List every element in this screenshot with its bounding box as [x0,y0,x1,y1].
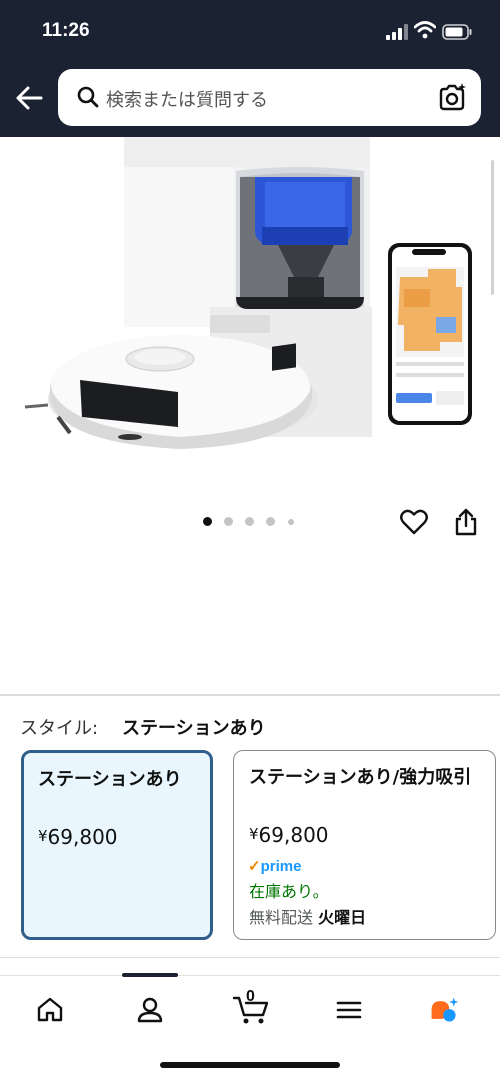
shipping-prefix: 無料配送 [249,908,314,927]
style-option-station-strong-suction[interactable]: ステーションあり/強力吸引 ¥69,800 ✓prime 在庫あり。 無料配送 … [233,750,496,940]
currency-symbol: ¥ [249,825,259,843]
currency-symbol: ¥ [38,827,48,845]
prime-badge: ✓prime [248,857,301,875]
option-price: ¥69,800 [249,823,329,847]
home-icon[interactable] [34,994,66,1026]
carousel-dot[interactable] [245,517,254,526]
option-title: ステーションあり/強力吸引 [249,767,472,788]
prime-check-icon: ✓ [248,858,261,875]
rufus-assistant-icon[interactable] [428,994,460,1026]
cart-button[interactable]: 0 [232,988,272,1026]
heart-icon[interactable] [400,509,428,535]
carousel-dot[interactable] [288,519,294,525]
status-time: 11:26 [42,20,90,41]
battery-icon [442,24,472,40]
robot-vacuum-illustration [24,137,472,449]
cart-count: 0 [246,988,255,1005]
carousel-dot[interactable] [224,517,233,526]
carousel-dot[interactable] [266,517,275,526]
prime-label: prime [260,858,302,875]
search-placeholder[interactable]: 検索または質問する [106,86,268,112]
back-arrow-icon[interactable] [14,84,44,112]
carousel-dot[interactable] [203,517,212,526]
image-scrollbar[interactable] [491,160,494,295]
share-icon[interactable] [453,508,479,536]
nav-active-indicator [122,973,178,977]
section-divider [0,694,500,696]
search-bar[interactable]: 検索または質問する [58,69,481,126]
menu-icon[interactable] [333,994,365,1026]
account-icon[interactable] [134,994,166,1026]
stock-status: 在庫あり。 [249,882,329,901]
price-value: 69,800 [258,823,329,847]
product-image[interactable] [0,137,500,467]
option-title: ステーションあり [38,769,182,790]
wifi-icon [414,21,436,39]
style-label: スタイル: [20,718,99,739]
top-header: 11:26 検索または質問する [0,0,500,137]
style-selected-value: ステーションあり [122,718,266,739]
shipping-day: 火曜日 [318,908,367,927]
search-icon [77,86,99,108]
style-option-station[interactable]: ステーションあり ¥69,800 [21,750,213,940]
cellular-signal-icon [386,24,408,40]
home-indicator [160,1062,340,1068]
price-value: 69,800 [47,825,118,849]
option-price: ¥69,800 [38,825,118,849]
section-divider [0,957,500,958]
camera-search-icon[interactable] [437,82,467,112]
shipping-info: 無料配送 火曜日 [249,904,366,928]
